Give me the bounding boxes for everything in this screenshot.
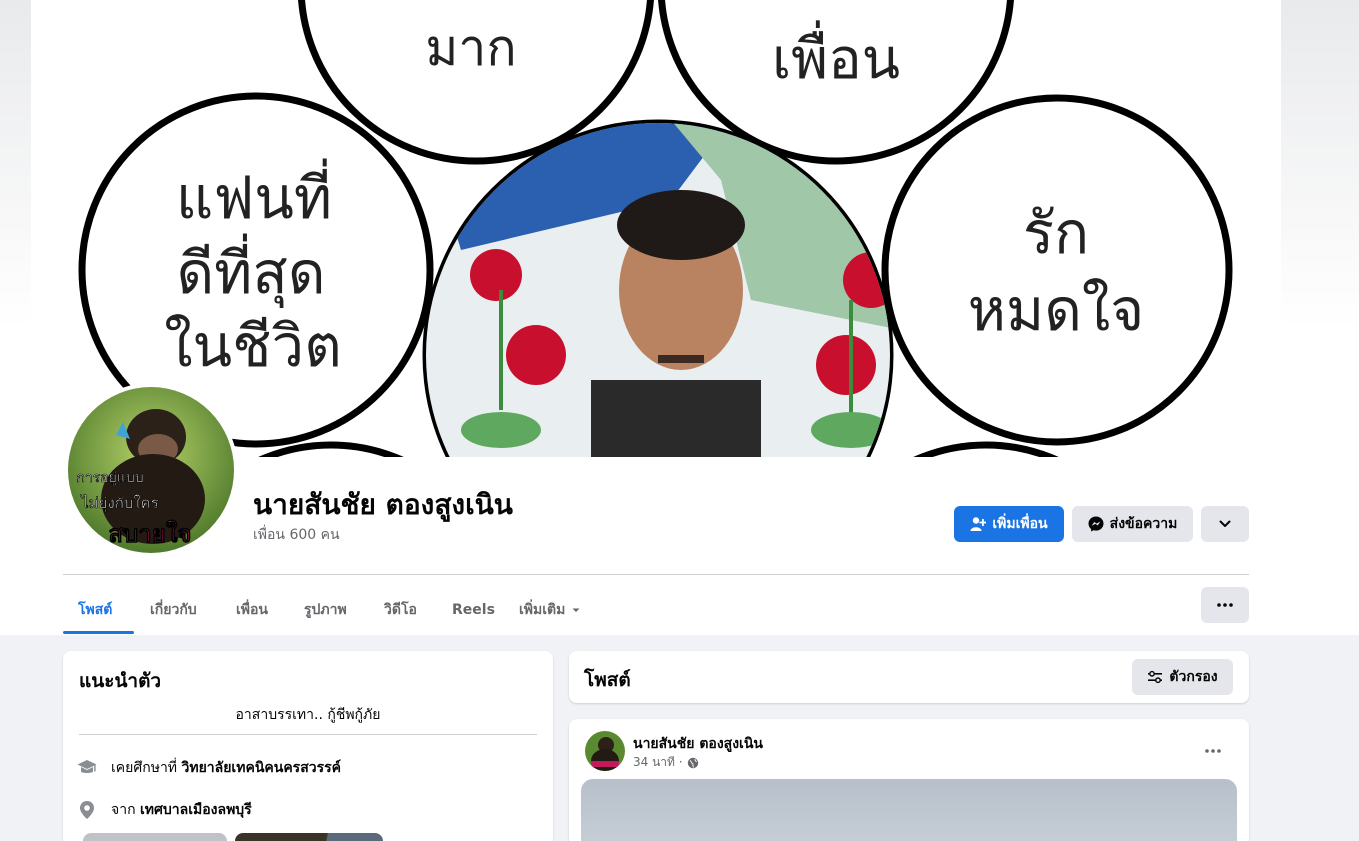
intro-title: แนะนำตัว [79,670,162,692]
post-author-avatar-image [585,731,625,771]
profile-avatar[interactable]: การอยู่แบบ ไม่ยุ่งกับใคร สบายใจ [64,383,238,557]
cover-bubble-3-line2: ดีที่สุด [177,233,326,309]
profile-options-dropdown[interactable] [1201,506,1249,542]
messenger-icon [1088,516,1104,532]
cover-illustration: มาก เพื่อน แฟนที่ ดีที่สุด ในชีวิต รัก ห… [31,0,1281,457]
hometown-place-link[interactable]: เทศบาลเมืองลพบุรี [140,802,252,818]
post-options-button[interactable] [1195,733,1231,769]
cover-photo[interactable]: มาก เพื่อน แฟนที่ ดีที่สุด ในชีวิต รัก ห… [31,0,1281,457]
cover-bubble-3-line3: ในชีวิต [164,312,342,380]
intro-hometown: จาก เทศบาลเมืองลพบุรี [77,799,252,821]
filter-button[interactable]: ตัวกรอง [1132,659,1233,695]
filter-label: ตัวกรอง [1169,669,1218,685]
post-meta: 34 นาที · [633,753,699,772]
intro-divider [79,734,537,735]
cover-bubble-4-line2: หมดใจ [968,276,1144,344]
post-timestamp[interactable]: 34 นาที · [633,753,683,772]
cover-bubble-1-text: มาก [425,19,516,77]
tab-photos[interactable]: รูปภาพ [289,587,362,633]
add-friend-icon [970,517,987,531]
header-divider [63,574,1249,575]
more-horizontal-icon [1205,749,1221,753]
tab-videos[interactable]: วิดีโอ [369,587,432,633]
caret-down-icon [572,608,580,612]
tab-about[interactable]: เกี่ยวกับ [135,587,212,633]
post-author-name[interactable]: นายสันชัย ตองสูงเนิน [633,733,763,755]
post-image[interactable] [581,779,1237,841]
tabs-more-options-button[interactable] [1201,587,1249,623]
tab-friends[interactable]: เพื่อน [221,587,283,633]
location-pin-icon [80,801,94,819]
chevron-down-icon [1219,520,1231,527]
tab-posts[interactable]: โพสต์ [63,587,127,633]
cover-bubble-3-line1: แฟนที่ [176,158,332,232]
post-author-avatar[interactable] [585,731,625,771]
cover-bubble-2-text: เพื่อน [772,20,900,92]
avatar-caption-1: การอยู่แบบ [76,470,143,486]
message-button[interactable]: ส่งข้อความ [1072,506,1193,542]
avatar-image: การอยู่แบบ ไม่ยุ่งกับใคร สบายใจ [68,387,234,553]
intro-photo-1[interactable] [83,833,227,841]
graduation-cap-icon [77,760,97,773]
post-card: นายสันชัย ตองสูงเนิน 34 นาที · [569,719,1249,841]
tab-more[interactable]: เพิ่มเติม [504,587,596,633]
avatar-caption-2: ไม่ยุ่งกับใคร [80,494,159,513]
education-place-link[interactable]: วิทยาลัยเทคนิคนครสวรรค์ [182,760,342,776]
tab-more-label: เพิ่มเติม [519,602,566,618]
posts-header-card: โพสต์ ตัวกรอง [569,651,1249,703]
add-friend-label: เพิ่มเพื่อน [992,516,1048,532]
more-horizontal-icon [1217,603,1233,607]
active-tab-indicator [63,631,134,634]
tab-reels[interactable]: Reels [437,587,510,633]
globe-icon [687,757,698,768]
profile-name: นายสันชัย ตองสูงเนิน [253,488,513,521]
intro-education: เคยศึกษาที่ วิทยาลัยเทคนิคนครสวรรค์ [77,757,341,779]
posts-title: โพสต์ [584,669,631,691]
intro-bio: อาสาบรรเทา.. กู้ชีพกู้ภัย [235,707,381,723]
avatar-caption-3: สบายใจ [108,519,191,548]
intro-card: แนะนำตัว อาสาบรรเทา.. กู้ชีพกู้ภัย เคยศึ… [63,651,553,841]
cover-bubble-4-line1: รัก [1023,199,1089,267]
education-prefix: เคยศึกษาที่ [111,760,178,776]
friend-count[interactable]: เพื่อน 600 คน [253,524,340,546]
message-label: ส่งข้อความ [1109,516,1178,532]
filter-icon [1148,670,1163,684]
hometown-prefix: จาก [111,802,136,818]
intro-photo-2[interactable] [235,833,383,841]
add-friend-button[interactable]: เพิ่มเพื่อน [954,506,1064,542]
